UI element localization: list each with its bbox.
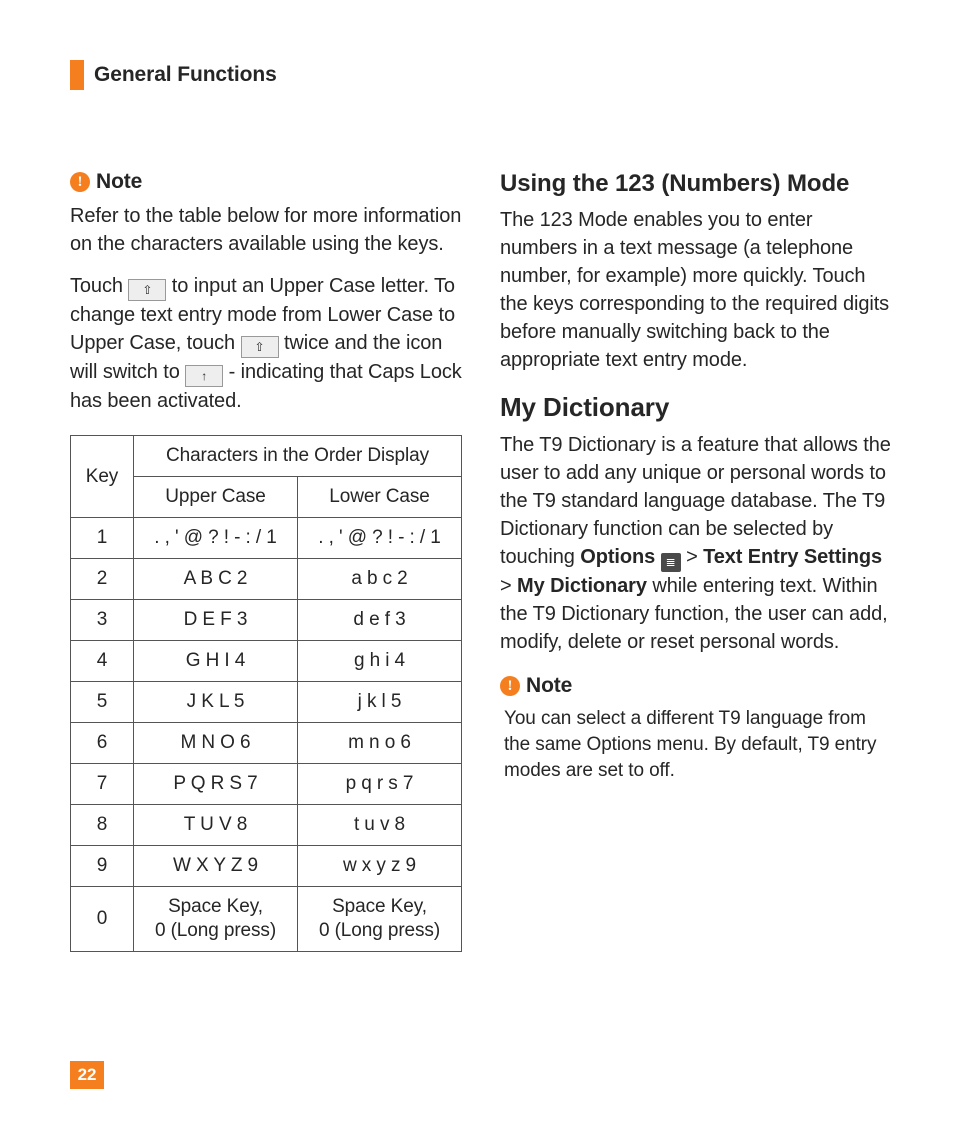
cell-key: 4 <box>71 641 134 682</box>
cell-upper: T U V 8 <box>134 805 298 846</box>
cell-lower: a b c 2 <box>297 559 461 600</box>
cell-upper: D E F 3 <box>134 600 298 641</box>
text-fragment: Touch <box>70 275 128 297</box>
cell-upper: G H I 4 <box>134 641 298 682</box>
cell-key: 5 <box>71 682 134 723</box>
table-row: 5J K L 5j k l 5 <box>71 682 462 723</box>
cell-upper: W X Y Z 9 <box>134 846 298 887</box>
note-label: Note <box>96 170 142 194</box>
header-accent <box>70 60 84 90</box>
cell-key: 6 <box>71 723 134 764</box>
note-label: Note <box>526 674 572 698</box>
cell-key: 2 <box>71 559 134 600</box>
table-row: 9W X Y Z 9w x y z 9 <box>71 846 462 887</box>
table-row: 8T U V 8t u v 8 <box>71 805 462 846</box>
cell-key: 0 <box>71 887 134 952</box>
page-number: 22 <box>70 1061 104 1089</box>
paragraph-my-dictionary: The T9 Dictionary is a feature that allo… <box>500 431 892 656</box>
cell-upper: M N O 6 <box>134 723 298 764</box>
text-entry-settings-label: Text Entry Settings <box>703 546 882 568</box>
menu-icon: ≣ <box>661 553 681 572</box>
cell-lower: g h i 4 <box>297 641 461 682</box>
note-icon: ! <box>500 676 520 696</box>
separator: > <box>681 546 704 568</box>
cell-upper: J K L 5 <box>134 682 298 723</box>
heading-my-dictionary: My Dictionary <box>500 392 892 423</box>
cell-lower: d e f 3 <box>297 600 461 641</box>
table-row: 3D E F 3d e f 3 <box>71 600 462 641</box>
cell-upper: P Q R S 7 <box>134 764 298 805</box>
right-column: Using the 123 (Numbers) Mode The 123 Mod… <box>500 170 892 952</box>
header-title: General Functions <box>94 63 277 87</box>
cell-lower: m n o 6 <box>297 723 461 764</box>
table-header-upper: Upper Case <box>134 477 298 518</box>
table-row: 2A B C 2a b c 2 <box>71 559 462 600</box>
heading-123-mode: Using the 123 (Numbers) Mode <box>500 170 892 198</box>
cell-key: 9 <box>71 846 134 887</box>
cell-upper: Space Key,0 (Long press) <box>134 887 298 952</box>
note-heading: ! Note <box>500 674 892 698</box>
section-header: General Functions <box>70 60 892 90</box>
note-heading: ! Note <box>70 170 462 194</box>
note-paragraph-2: Touch ⇧ to input an Upper Case letter. T… <box>70 272 462 415</box>
table-header-span: Characters in the Order Display <box>134 436 462 477</box>
cell-lower: w x y z 9 <box>297 846 461 887</box>
separator: > <box>500 575 517 597</box>
character-table: Key Characters in the Order Display Uppe… <box>70 435 462 952</box>
table-row: 0Space Key,0 (Long press)Space Key,0 (Lo… <box>71 887 462 952</box>
shift-key-icon: ⇧ <box>128 279 166 301</box>
paragraph-123-mode: The 123 Mode enables you to enter number… <box>500 206 892 374</box>
cell-key: 1 <box>71 518 134 559</box>
cell-key: 3 <box>71 600 134 641</box>
cell-lower: j k l 5 <box>297 682 461 723</box>
left-column: ! Note Refer to the table below for more… <box>70 170 462 952</box>
cell-lower: . , ' @ ? ! - : / 1 <box>297 518 461 559</box>
cell-lower: t u v 8 <box>297 805 461 846</box>
caps-lock-key-icon: ↑ <box>185 365 223 387</box>
table-row: 6M N O 6m n o 6 <box>71 723 462 764</box>
cell-upper: . , ' @ ? ! - : / 1 <box>134 518 298 559</box>
cell-key: 8 <box>71 805 134 846</box>
options-label: Options <box>580 546 655 568</box>
note-text: You can select a different T9 language f… <box>500 706 892 784</box>
my-dictionary-label: My Dictionary <box>517 575 647 597</box>
table-row: 1. , ' @ ? ! - : / 1. , ' @ ? ! - : / 1 <box>71 518 462 559</box>
note-icon: ! <box>70 172 90 192</box>
cell-upper: A B C 2 <box>134 559 298 600</box>
table-header-lower: Lower Case <box>297 477 461 518</box>
table-header-key: Key <box>71 436 134 518</box>
note-paragraph-1: Refer to the table below for more inform… <box>70 202 462 258</box>
table-row: 4G H I 4g h i 4 <box>71 641 462 682</box>
cell-lower: p q r s 7 <box>297 764 461 805</box>
cell-lower: Space Key,0 (Long press) <box>297 887 461 952</box>
table-row: 7P Q R S 7p q r s 7 <box>71 764 462 805</box>
shift-key-icon: ⇧ <box>241 336 279 358</box>
cell-key: 7 <box>71 764 134 805</box>
